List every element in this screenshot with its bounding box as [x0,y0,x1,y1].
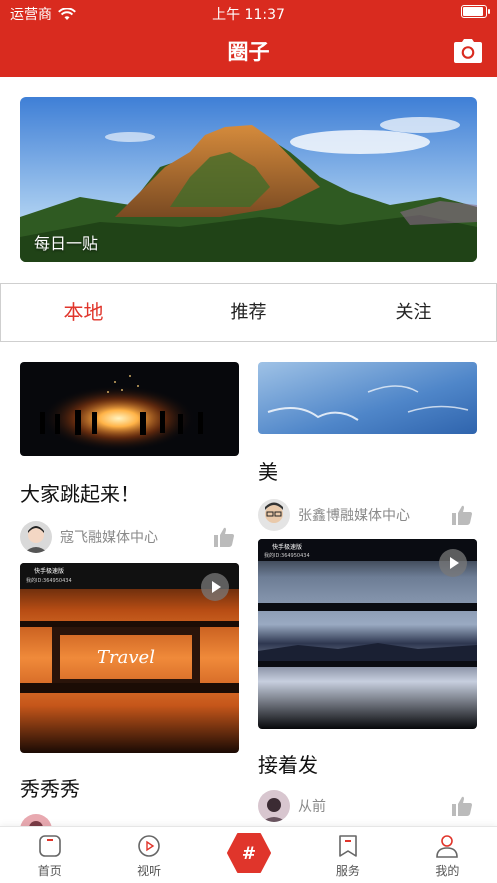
app-header: 圈子 [0,26,497,77]
post-card[interactable]: 快手极速版 我的ID:364950434 接着发 从前 [258,539,477,824]
thumbs-up-icon[interactable] [451,504,473,526]
post-card[interactable]: 美 张鑫博融媒体中心 [258,362,477,533]
avatar [20,521,52,553]
status-bar: 运营商 上午 11:37 [0,0,497,26]
post-title: 大家跳起来！ [20,482,140,506]
nav-label: 服务 [335,864,360,878]
feed-tabs: 本地 推荐 关注 [0,283,497,342]
bottom-navigation: 首页 视听 # 服务 我的 [0,826,497,883]
svg-text:快手极速版: 快手极速版 [34,567,64,575]
battery-icon [461,5,490,18]
page-title: 圈子 [227,40,270,64]
svg-text:我的ID:364950434: 我的ID:364950434 [264,552,310,559]
post-title: 美 [258,460,278,484]
camera-icon[interactable] [453,38,483,64]
nav-label: 我的 [435,864,460,878]
post-card[interactable]: 大家跳起来！ 寇飞融媒体中心 [20,362,239,555]
avatar [258,499,290,531]
daily-post-banner[interactable]: 每日一贴 [20,97,477,262]
svg-text:#: # [241,844,255,864]
home-icon [38,835,61,857]
play-circle-icon [138,835,160,857]
battery-fill [463,7,483,16]
thumbs-up-icon[interactable] [451,795,473,817]
post-feed: 大家跳起来！ 寇飞融媒体中心 Travel 快手极速版 我的ID:3649504… [0,342,497,826]
post-card[interactable]: Travel 快手极速版 我的ID:364950434 秀秀秀 [20,563,239,826]
post-author: 从前 [258,788,477,824]
play-icon[interactable] [201,573,229,601]
post-video: Travel 快手极速版 我的ID:364950434 [20,563,239,753]
post-author [20,812,239,826]
nav-label: 视听 [137,864,162,878]
post-title: 接着发 [258,753,318,777]
author-name: 张鑫博融媒体中心 [298,508,410,524]
svg-text:我的ID:364950434: 我的ID:364950434 [26,577,72,584]
post-video: 快手极速版 我的ID:364950434 [258,539,477,729]
avatar [258,790,290,822]
post-image [258,362,477,434]
battery-indicator [461,5,490,18]
author-name: 寇飞融媒体中心 [60,530,158,546]
author-name: 从前 [298,799,326,815]
nav-media[interactable]: 视听 [99,827,198,883]
banner-caption: 每日一贴 [34,234,99,253]
sky-photo [258,362,477,434]
tab-recommend[interactable]: 推荐 [166,284,331,341]
post-title: 秀秀秀 [20,777,80,801]
post-author: 张鑫博融媒体中心 [258,497,477,533]
play-icon[interactable] [439,549,467,577]
status-time: 上午 11:37 [212,7,285,23]
nav-home[interactable]: 首页 [0,827,99,883]
thumbs-up-icon[interactable] [213,526,235,548]
app-root: 运营商 上午 11:37 圈子 每日一贴 本地 推荐 关注 大家跳起来！ 寇飞融… [0,0,497,883]
avatar [20,814,52,826]
hashtag-icon: # [226,833,271,873]
svg-text:快手极速版: 快手极速版 [272,543,302,551]
nav-label: 首页 [37,864,62,878]
tab-follow[interactable]: 关注 [331,284,496,341]
tab-local[interactable]: 本地 [1,284,166,341]
nav-profile[interactable]: 我的 [398,827,497,883]
user-icon [436,835,459,858]
svg-text:Travel: Travel [97,647,155,668]
bonfire-photo [20,362,239,456]
post-image [20,362,239,456]
post-author: 寇飞融媒体中心 [20,519,239,555]
bookmark-icon [339,835,357,857]
nav-circle[interactable]: # [199,827,298,883]
nav-service[interactable]: 服务 [298,827,397,883]
